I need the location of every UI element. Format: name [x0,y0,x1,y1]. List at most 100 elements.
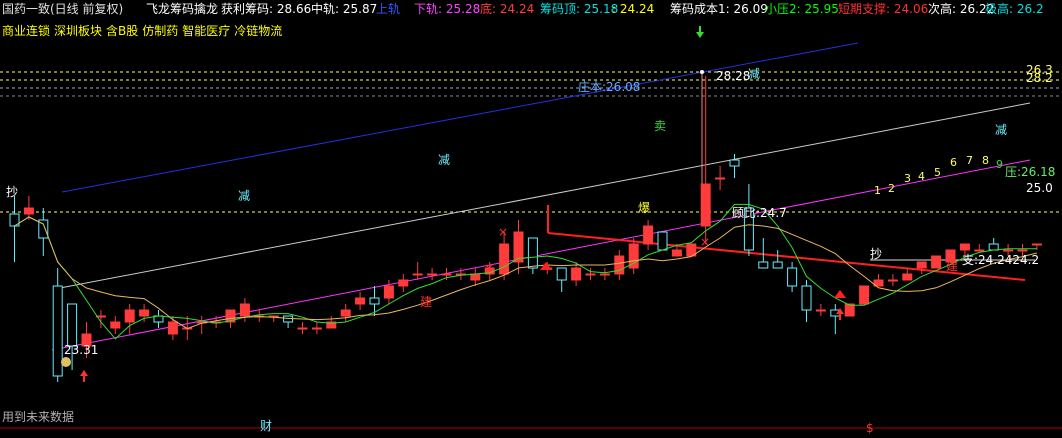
ma5-line [14,203,1037,340]
header-item-4: 上轨 [376,2,401,16]
candle-body [859,285,870,305]
x-mark-icon: × [700,235,710,249]
label-jian4: 减 [995,123,1007,137]
candle-body [556,267,567,281]
candle-body [715,177,726,180]
candle-body [412,273,423,276]
count-3: 3 [904,172,911,185]
candle-body [52,285,63,377]
label-bp: 压:26.18 [1005,165,1055,179]
header-item-9: 筹码成本1: 26.09 [670,2,768,16]
candle-body [23,207,34,215]
candle-body [499,243,510,275]
header-item-2: 获利筹码: 28.66 [221,2,312,16]
label-jian_build2: 建 [946,259,958,273]
candle-body [513,231,524,263]
candle-body [787,267,798,287]
candle-body [599,273,610,276]
candle-body [643,225,654,245]
label-jian_build1: 建 [420,295,432,309]
header-item-13: 极高: 26.2 [985,2,1044,16]
label-cai: 财 [260,419,272,433]
candle-body [311,327,322,330]
count-2: 2 [888,182,895,195]
kline-chart[interactable]: 抄减减减减卖爆建建抄财 $庄本:26.0828.2823.31顾比:24.7支:2… [0,0,1062,438]
candle-body [758,261,769,269]
down-arrow-head-icon [696,32,704,38]
up-arrow-head-icon [80,370,88,376]
candle-body [398,279,409,287]
label-jian1: 减 [238,189,250,203]
upper-channel-line [61,42,859,193]
candle-body [67,303,78,347]
label-bao: 爆 [638,201,650,215]
label-chao2: 抄 [870,247,882,261]
candle-body [441,273,452,276]
candle-body [657,231,668,251]
count-6: 6 [950,156,957,169]
candle-body [355,297,366,305]
up-triangle-icon [834,290,846,298]
header-item-3: 中轨: 25.87 [311,2,378,16]
candle-body [916,261,927,269]
candle-body [772,261,783,269]
candle-body [729,159,740,167]
label-right_val: 25.0 [1026,181,1053,195]
candle-body [844,303,855,317]
label-dollar: $ [866,421,874,435]
candle-body [369,297,380,305]
concept-tag[interactable]: 智能医疗 [182,24,230,38]
candle-body [571,267,582,281]
label-mai: 卖 [654,119,666,133]
high-dot-icon [700,70,704,74]
header-item-11: 短期支撑: 24.06 [838,2,929,16]
label-high_price: 28.28 [716,69,750,83]
candle-body [124,309,135,323]
concept-tag[interactable]: 含B股 [106,24,138,38]
x-mark-icon: × [484,261,494,275]
up-triangle-icon [540,262,552,270]
candle-body [988,243,999,251]
label-guibi: 顾比:24.7 [732,206,787,220]
candle-body [383,285,394,299]
count-7: 7 [966,154,973,167]
header-item-8: : 24.24 [612,2,655,16]
count-8: 8 [982,154,989,167]
candle-body [887,279,898,282]
label-low_price: 23.31 [64,343,98,357]
candle-body [700,183,711,227]
concept-tag[interactable]: 深圳板块 [54,24,102,38]
concept-tags: 商业连锁 深圳板块 含B股 仿制药 智能医疗 冷链物流 [2,22,286,39]
candle-body [340,309,351,317]
candle-body [1017,249,1028,252]
candle-body [167,321,178,335]
count-9: 9 [996,158,1003,171]
candle-body [585,273,596,276]
indicator-header: 国药一致(日线 前复权) 飞龙筹码擒龙 获利筹码: 28.66 中轨: 25.87 上轨… [0,0,1062,18]
header-item-0: 国药一致(日线 前复权) [2,2,124,16]
candle-body [470,273,481,281]
count-4: 4 [918,170,925,183]
label-upper_right2: 28.2 [1026,71,1053,85]
x-mark-icon: × [498,225,508,239]
header-item-1: 飞龙筹码擒龙 [146,2,219,16]
candle-body [427,273,438,276]
concept-tag[interactable]: 商业连锁 [2,24,50,38]
ma10-line [14,216,1038,330]
candle-body [974,249,985,252]
concept-tag[interactable]: 仿制药 [142,24,178,38]
candle-body [527,237,538,269]
candle-body [801,285,812,311]
header-item-6: 底: 24.24 [480,2,535,16]
money-bag-icon [61,357,71,367]
candle-body [239,303,250,317]
concept-tag[interactable]: 冷链物流 [234,24,282,38]
label-chao1: 抄 [6,185,18,199]
candle-body [1031,243,1042,246]
candle-body [959,243,970,251]
candle-body [671,249,682,257]
header-item-7: 筹码顶: 25.18 [540,2,619,16]
count-1: 1 [874,184,881,197]
candle-body [110,321,121,329]
label-jian2: 减 [438,153,450,167]
